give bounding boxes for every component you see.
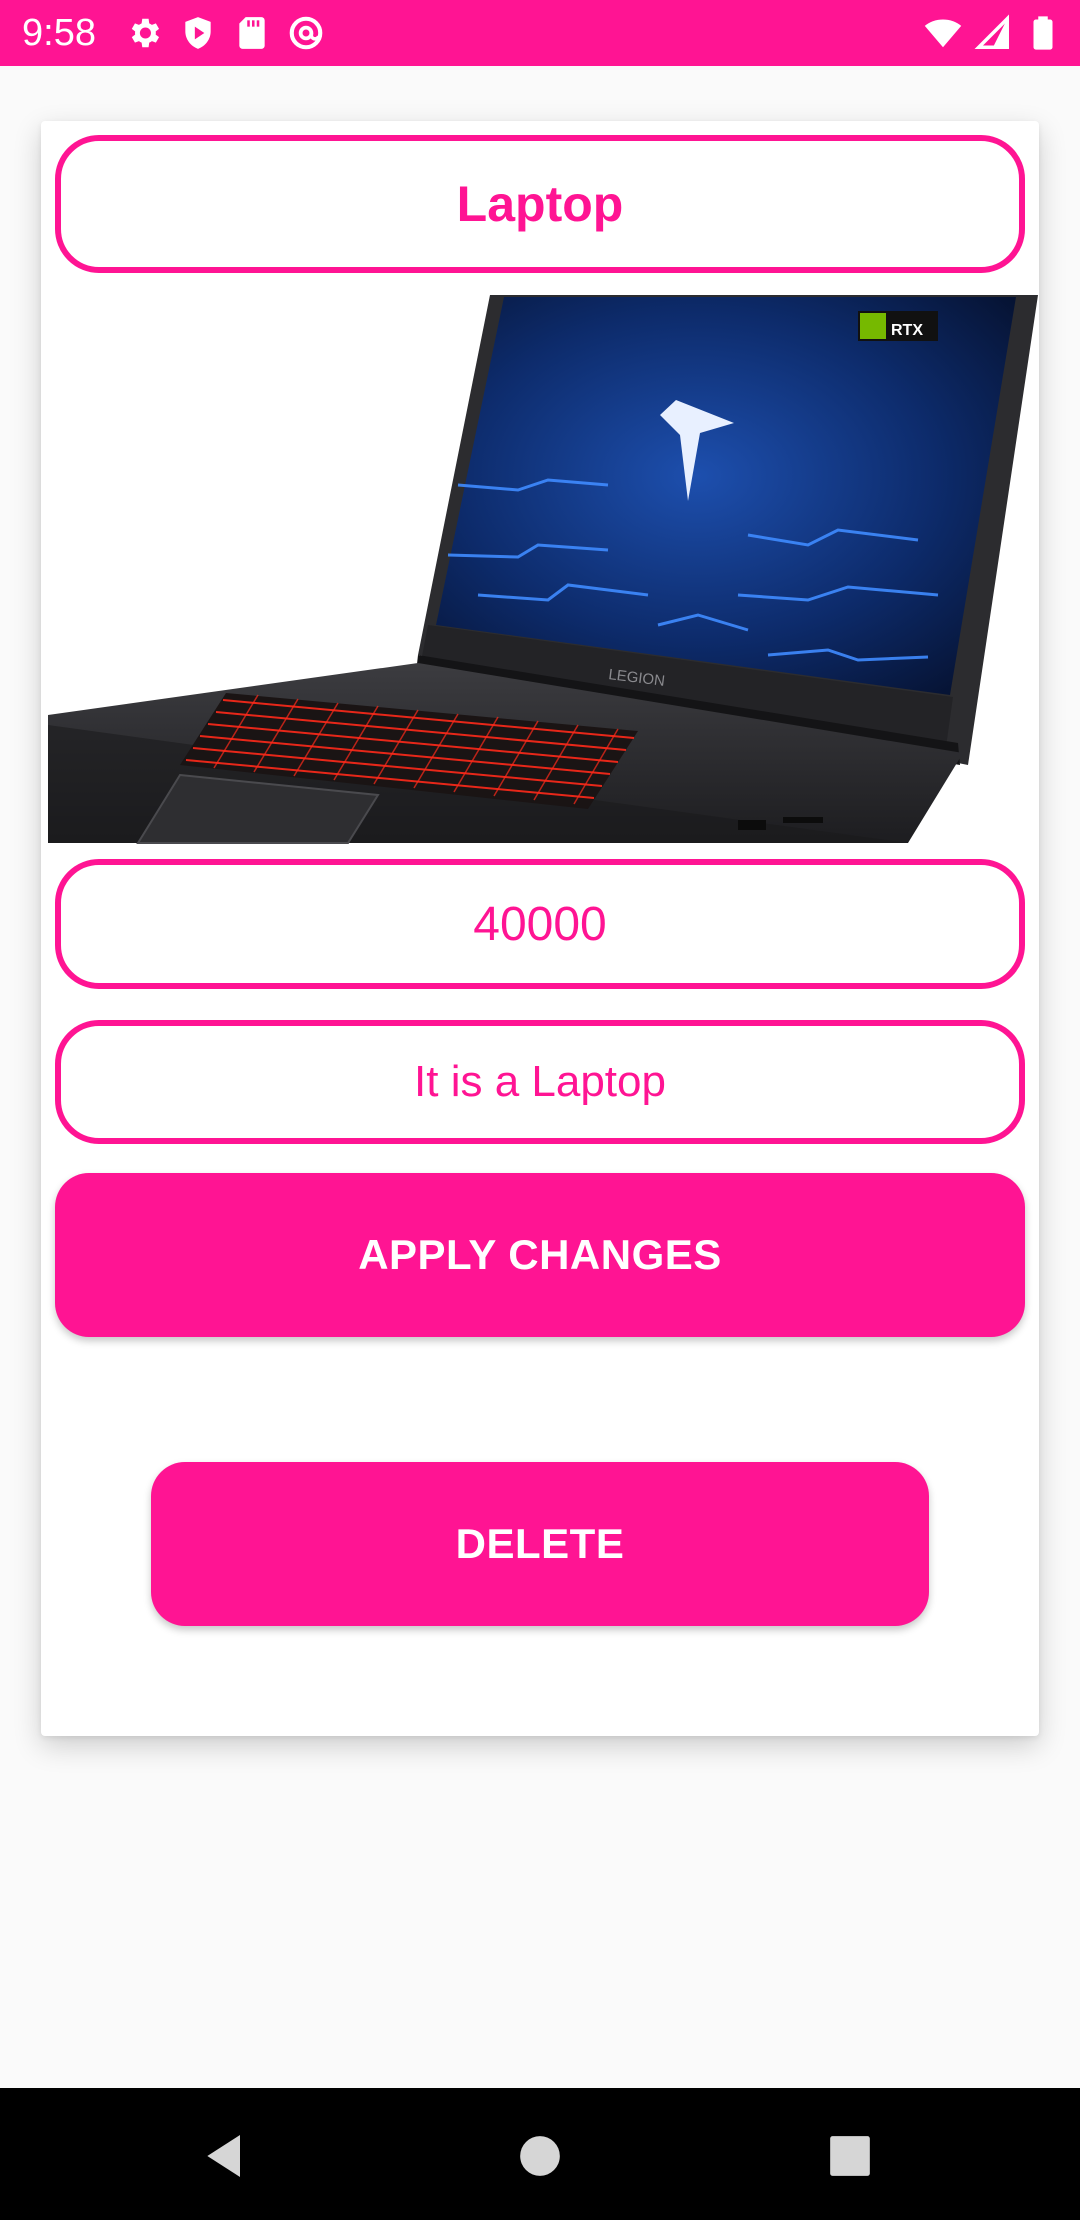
laptop-image: RTX LEGION	[48, 295, 1038, 844]
wifi-icon	[924, 19, 962, 48]
description-text: It is a Laptop	[414, 1057, 666, 1106]
home-icon[interactable]	[512, 2128, 568, 2184]
price-field[interactable]: 40000	[55, 859, 1025, 989]
delete-label: DELETE	[455, 1520, 625, 1567]
navigation-bar	[0, 2088, 1080, 2220]
app-screen: 9:58 Laptop RTX LEGION 40000 It is a Lap…	[0, 0, 1080, 2220]
recents-icon[interactable]	[822, 2128, 878, 2184]
status-time: 9:58	[22, 12, 96, 54]
status-icons-right	[924, 13, 1062, 53]
rtx-badge-text: RTX	[891, 322, 923, 339]
apply-changes-button[interactable]: APPLY CHANGES	[55, 1173, 1025, 1337]
at-sign-icon	[289, 16, 323, 50]
battery-icon	[1033, 16, 1053, 50]
settings-icon	[131, 18, 160, 48]
sd-card-icon	[239, 17, 265, 49]
product-title-text: Laptop	[456, 176, 624, 232]
apply-changes-label: APPLY CHANGES	[358, 1231, 722, 1278]
back-icon[interactable]	[198, 2128, 254, 2184]
price-text: 40000	[473, 897, 607, 951]
cellular-signal-icon	[974, 14, 1009, 49]
description-field[interactable]: It is a Laptop	[55, 1020, 1025, 1144]
product-card: Laptop RTX LEGION 40000 It is a Laptop A…	[41, 121, 1039, 1736]
delete-button[interactable]: DELETE	[151, 1462, 929, 1626]
status-icons-left	[125, 13, 325, 53]
shield-play-icon	[185, 17, 211, 49]
status-bar: 9:58	[0, 0, 1080, 66]
product-image: RTX LEGION	[48, 295, 1038, 845]
product-title-field[interactable]: Laptop	[55, 135, 1025, 273]
